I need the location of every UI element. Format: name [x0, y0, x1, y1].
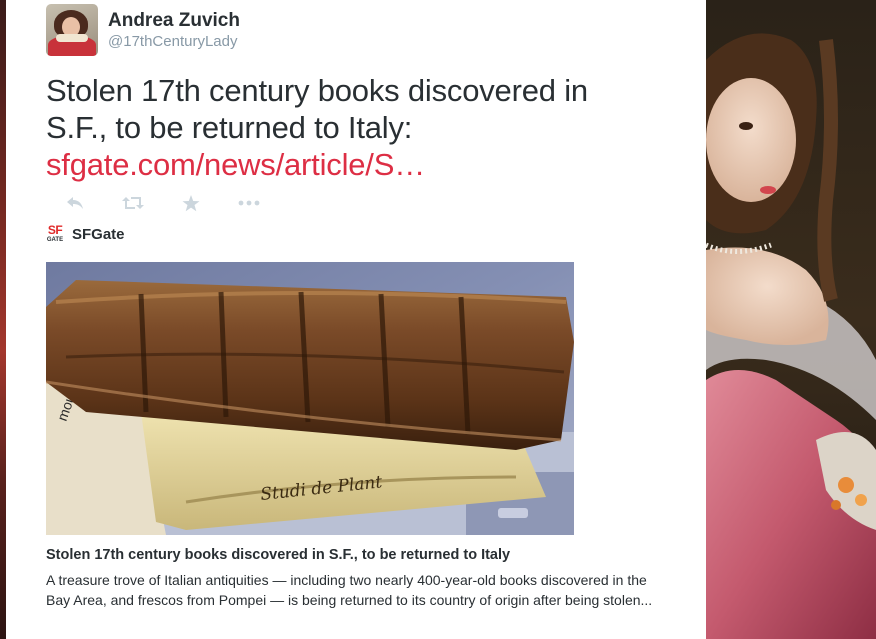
reply-icon — [67, 197, 83, 209]
author-screen-name[interactable]: @17thCenturyLady — [108, 32, 240, 51]
tweet-body: Stolen 17th century books discovered in … — [46, 73, 588, 145]
card-title[interactable]: Stolen 17th century books discovered in … — [46, 546, 686, 564]
favorite-button[interactable] — [162, 192, 220, 214]
avatar[interactable] — [46, 4, 98, 56]
books-photo: mounts Studi de Plant — [46, 262, 574, 535]
more-button[interactable] — [220, 192, 278, 214]
more-dots-icon — [238, 200, 260, 206]
author-fullname[interactable]: Andrea Zuvich — [108, 9, 240, 32]
author-names: Andrea Zuvich @17thCenturyLady — [108, 9, 240, 51]
tweet-link[interactable]: sfgate.com/news/article/S… — [46, 146, 646, 183]
tweet-actions — [46, 192, 278, 214]
card-source: SF GATE SFGate — [46, 224, 125, 244]
card-description: A treasure trove of Italian antiquities … — [46, 572, 653, 608]
retweet-icon — [122, 197, 144, 209]
tweet-header: Andrea Zuvich @17thCenturyLady — [46, 4, 240, 56]
sfgate-logo[interactable]: SF GATE — [46, 224, 64, 244]
sfgate-logo-bottom: GATE — [46, 237, 64, 243]
background-portrait — [706, 0, 876, 639]
reply-button[interactable] — [46, 192, 104, 214]
tweet-text: Stolen 17th century books discovered in … — [46, 72, 646, 183]
star-icon — [182, 194, 200, 211]
tweet-card: Andrea Zuvich @17thCenturyLady Stolen 17… — [6, 0, 706, 639]
card-image[interactable]: mounts Studi de Plant — [46, 262, 574, 535]
retweet-button[interactable] — [104, 192, 162, 214]
source-name[interactable]: SFGate — [72, 226, 125, 243]
sfgate-logo-top: SF — [47, 223, 63, 237]
